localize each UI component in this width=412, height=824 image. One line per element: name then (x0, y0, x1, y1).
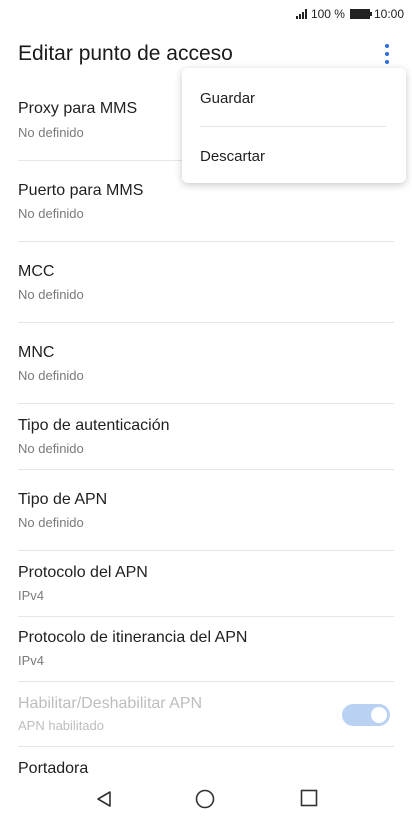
home-icon[interactable] (195, 789, 215, 809)
setting-apn-roaming-protocol[interactable]: Protocolo de itinerancia del APN IPv4 (18, 617, 394, 682)
navigation-bar (0, 776, 412, 824)
setting-value: IPv4 (18, 653, 45, 668)
setting-value: No definido (18, 368, 84, 383)
setting-value: No definido (18, 206, 84, 221)
setting-title: MNC (18, 344, 55, 361)
setting-title: Tipo de autenticación (18, 417, 170, 434)
setting-value: No definido (18, 441, 84, 456)
toggle-knob (371, 707, 387, 723)
menu-item-discard[interactable]: Descartar (200, 148, 265, 165)
back-icon[interactable] (94, 789, 114, 809)
setting-title: MCC (18, 263, 55, 280)
setting-value: No definido (18, 515, 84, 530)
menu-item-save[interactable]: Guardar (200, 90, 255, 107)
setting-apn-type[interactable]: Tipo de APN No definido (18, 470, 394, 551)
setting-value: APN habilitado (18, 718, 104, 733)
setting-title: Tipo de APN (18, 491, 108, 508)
overflow-menu: Guardar Descartar (182, 68, 406, 183)
battery-percentage: 100 % (310, 7, 345, 21)
battery-icon (349, 9, 372, 19)
setting-auth-type[interactable]: Tipo de autenticación No definido (18, 404, 394, 470)
setting-title: Proxy para MMS (18, 100, 138, 117)
setting-mcc[interactable]: MCC No definido (18, 242, 394, 323)
setting-value: No definido (18, 287, 84, 302)
setting-value: IPv4 (18, 588, 45, 603)
setting-title: Protocolo de itinerancia del APN (18, 629, 248, 646)
clock: 10:00 (373, 7, 404, 21)
setting-value: No definido (18, 125, 84, 140)
setting-apn-protocol[interactable]: Protocolo del APN IPv4 (18, 551, 394, 617)
signal-icon (295, 9, 308, 19)
page-title: Editar punto de acceso (18, 42, 233, 65)
recents-icon[interactable] (300, 789, 318, 807)
menu-divider (200, 126, 386, 127)
setting-title: Protocolo del APN (18, 564, 148, 581)
more-options-icon[interactable] (382, 44, 392, 68)
setting-title: Puerto para MMS (18, 182, 144, 199)
apn-toggle-switch (342, 704, 390, 726)
setting-mnc[interactable]: MNC No definido (18, 323, 394, 404)
setting-title: Habilitar/Deshabilitar APN (18, 695, 203, 712)
status-bar: 100 % 10:00 (0, 0, 412, 28)
setting-apn-enable: Habilitar/Deshabilitar APN APN habilitad… (18, 682, 394, 747)
status-indicators: 100 % 10:00 (295, 7, 404, 21)
